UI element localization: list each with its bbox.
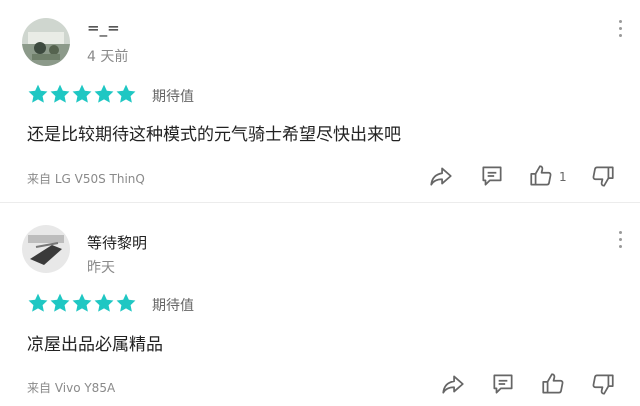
star-icon [50, 293, 70, 312]
dislike-button[interactable] [590, 163, 618, 191]
share-icon [442, 375, 464, 394]
star-icon [28, 293, 48, 312]
more-vertical-icon [619, 20, 622, 23]
review-text: 还是比较期待这种模式的元气骑士希望尽快出来吧 [27, 125, 401, 145]
review-text: 凉屋出品必属精品 [27, 335, 163, 355]
username[interactable]: =_= [87, 19, 120, 37]
thumbs-up-icon [542, 373, 564, 394]
like-button[interactable] [540, 371, 568, 399]
share-icon [430, 167, 452, 186]
more-vertical-icon [619, 231, 622, 234]
rating-label: 期待值 [152, 89, 194, 105]
share-button[interactable] [428, 163, 456, 191]
thumbs-up-icon [530, 165, 552, 186]
star-icon [94, 293, 114, 312]
star-rating [27, 83, 137, 105]
more-options-button[interactable] [618, 231, 624, 251]
star-icon [72, 84, 92, 103]
thumbs-down-icon [592, 166, 614, 187]
star-icon [116, 84, 136, 103]
star-rating [27, 292, 137, 314]
review-card: 等待黎明 昨天 期待值 凉屋出品必属精品 来自 Vivo Y85A [0, 203, 640, 406]
star-icon [94, 84, 114, 103]
like-count: 1 [559, 170, 567, 184]
avatar[interactable] [22, 225, 70, 273]
review-card: =_= 4 天前 期待值 还是比较期待这种模式的元气骑士希望尽快出来吧 来自 L… [0, 0, 640, 203]
star-icon [50, 84, 70, 103]
like-button[interactable] [528, 163, 556, 191]
reply-icon [493, 374, 513, 394]
device-info: 来自 Vivo Y85A [27, 381, 116, 395]
dislike-button[interactable] [590, 371, 618, 399]
device-info: 来自 LG V50S ThinQ [27, 172, 145, 186]
username[interactable]: 等待黎明 [87, 232, 147, 253]
avatar[interactable] [22, 18, 70, 66]
star-icon [28, 84, 48, 103]
star-icon [72, 293, 92, 312]
thumbs-down-icon [592, 374, 614, 395]
share-button[interactable] [440, 371, 468, 399]
reply-button[interactable] [479, 163, 507, 191]
reply-button[interactable] [490, 371, 518, 399]
rating-label: 期待值 [152, 298, 194, 314]
more-options-button[interactable] [618, 20, 624, 40]
star-icon [116, 293, 136, 312]
post-time: 4 天前 [87, 49, 129, 65]
reply-icon [482, 166, 502, 186]
post-time: 昨天 [87, 260, 115, 276]
